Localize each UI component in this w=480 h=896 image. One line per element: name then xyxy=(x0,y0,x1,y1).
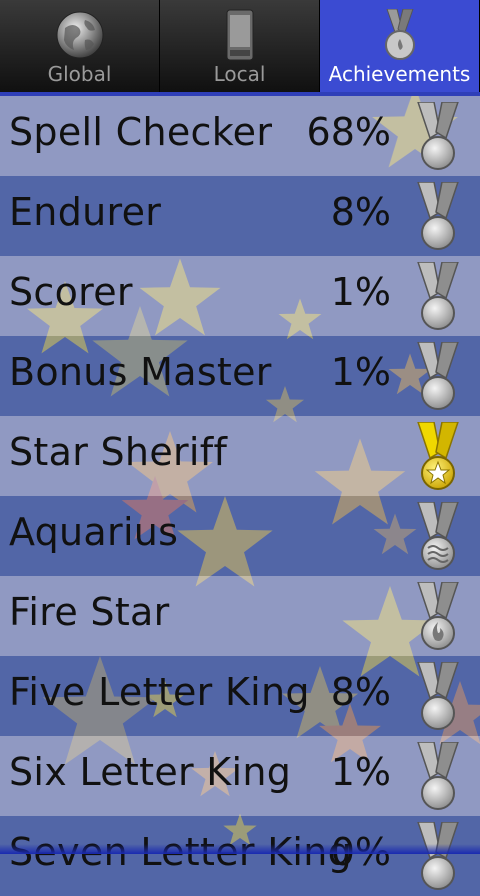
list-item[interactable]: Endurer 8% xyxy=(0,176,480,256)
achievement-name: Star Sheriff xyxy=(9,430,228,474)
list-item[interactable]: Six Letter King 1% xyxy=(0,736,480,816)
silver-medal-icon xyxy=(410,262,466,332)
achievement-percent: 8% xyxy=(330,190,391,234)
achievement-name: Aquarius xyxy=(9,510,179,554)
achievement-name: Five Letter King xyxy=(9,670,310,714)
achievement-percent: 68% xyxy=(306,110,391,154)
tab-local-label: Local xyxy=(213,62,266,86)
gold-star-medal-icon xyxy=(417,422,459,490)
bottom-edge xyxy=(0,844,480,854)
achievement-percent: 1% xyxy=(330,750,391,794)
tab-achievements[interactable]: Achievements xyxy=(320,0,480,92)
achievement-name: Spell Checker xyxy=(9,110,273,154)
silver-medal-icon xyxy=(410,742,466,812)
phone-icon xyxy=(213,8,267,62)
achievement-list: Spell Checker 68% Endurer 8% Scorer 1% B… xyxy=(0,96,480,896)
tab-local[interactable]: Local xyxy=(160,0,320,92)
list-item[interactable]: Star Sheriff xyxy=(0,416,480,496)
tab-achievements-label: Achievements xyxy=(328,62,471,86)
tab-bar: Global Local Achievements xyxy=(0,0,480,96)
achievement-percent: 8% xyxy=(330,670,391,714)
achievement-name: Endurer xyxy=(9,190,162,234)
list-item[interactable]: Spell Checker 68% xyxy=(0,96,480,176)
achievement-name: Bonus Master xyxy=(9,350,272,394)
globe-icon xyxy=(53,8,107,62)
achievement-percent: 1% xyxy=(330,350,391,394)
achievement-name: Fire Star xyxy=(9,590,170,634)
flame-medal-icon xyxy=(410,582,466,652)
tab-global[interactable]: Global xyxy=(0,0,160,92)
achievement-name: Scorer xyxy=(9,270,133,314)
list-item[interactable]: Seven Letter King 0% xyxy=(0,816,480,896)
list-item[interactable]: Five Letter King 8% xyxy=(0,656,480,736)
list-item[interactable]: Bonus Master 1% xyxy=(0,336,480,416)
silver-medal-icon xyxy=(410,822,466,892)
silver-medal-icon xyxy=(410,182,466,252)
list-item[interactable]: Aquarius xyxy=(0,496,480,576)
wave-medal-icon xyxy=(410,502,466,572)
list-item[interactable]: Fire Star xyxy=(0,576,480,656)
achievement-name: Six Letter King xyxy=(9,750,292,794)
silver-medal-icon xyxy=(410,102,466,172)
achievement-percent: 1% xyxy=(330,270,391,314)
silver-medal-icon xyxy=(410,662,466,732)
tab-global-label: Global xyxy=(47,62,112,86)
list-item[interactable]: Scorer 1% xyxy=(0,256,480,336)
silver-medal-icon xyxy=(410,342,466,412)
medal-icon xyxy=(373,8,427,62)
